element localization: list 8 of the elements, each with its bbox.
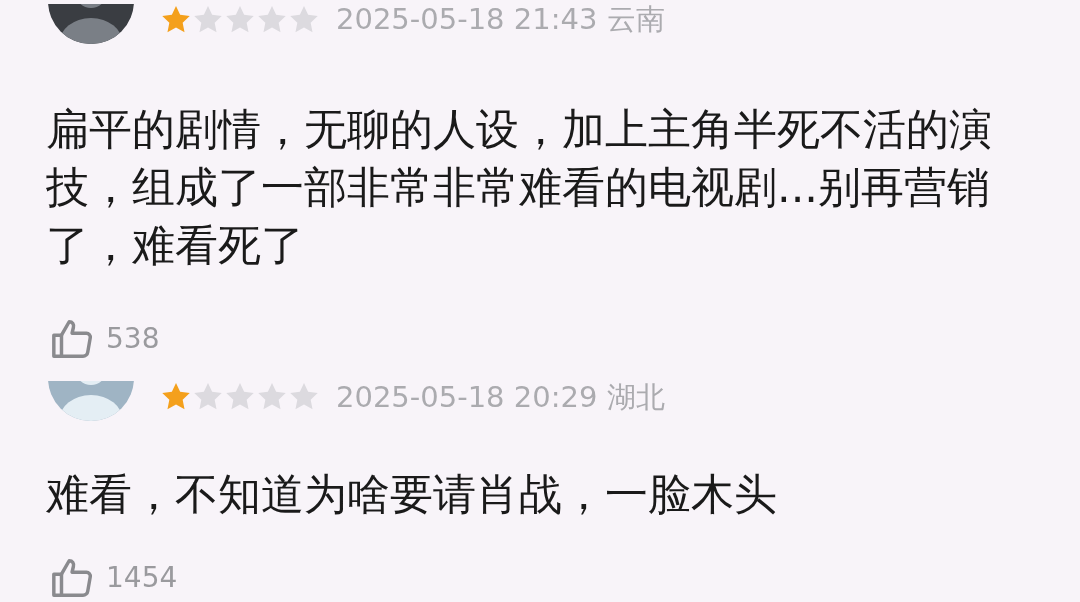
like-count: 538: [106, 320, 160, 357]
review-text: 难看，不知道为啥要请肖战，一脸木头: [45, 468, 778, 521]
review-text: 扁平的剧情，无聊的人设，加上主角半死不活的演技，组成了一部非常非常难看的电视剧...别再营销了，难看死了: [45, 102, 993, 272]
like-count: 1454: [106, 560, 178, 596]
review-region: 云南: [607, 1, 666, 38]
review-region: 湖北: [607, 378, 666, 416]
review-date: 2025-05-18 20:29: [336, 378, 598, 416]
review-date: 2025-05-18 21:43: [336, 1, 598, 38]
